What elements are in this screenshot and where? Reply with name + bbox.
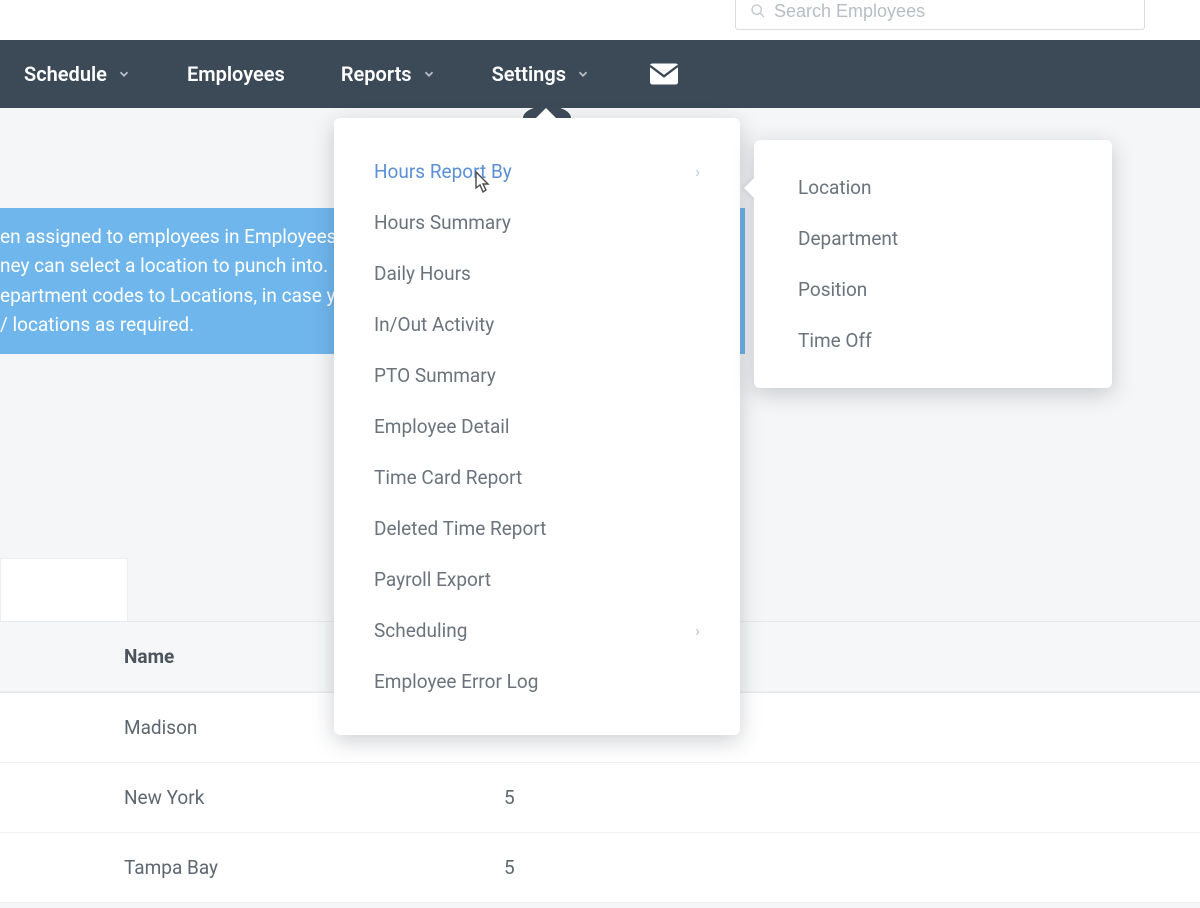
menu-label: Deleted Time Report xyxy=(374,517,546,540)
submenu-time-off[interactable]: Time Off xyxy=(754,315,1112,366)
menu-label: In/Out Activity xyxy=(374,313,494,336)
menu-employee-detail[interactable]: Employee Detail xyxy=(334,401,740,452)
menu-label: Hours Report By xyxy=(374,160,512,183)
search-input[interactable] xyxy=(774,1,1130,22)
chevron-right-icon: › xyxy=(695,162,700,181)
menu-deleted-time-report[interactable]: Deleted Time Report xyxy=(334,503,740,554)
menu-label: Payroll Export xyxy=(374,568,491,591)
table-row[interactable]: New York 5 xyxy=(0,763,1200,833)
menu-label: Time Card Report xyxy=(374,466,522,489)
submenu-department[interactable]: Department xyxy=(754,213,1112,264)
reports-dropdown: Hours Report By › Hours Summary Daily Ho… xyxy=(334,118,740,735)
menu-pto-summary[interactable]: PTO Summary xyxy=(334,350,740,401)
chevron-down-icon xyxy=(117,67,131,81)
submenu-position[interactable]: Position xyxy=(754,264,1112,315)
nav-reports-label: Reports xyxy=(341,62,412,86)
table-tab[interactable] xyxy=(0,558,128,621)
submenu-location[interactable]: Location xyxy=(754,162,1112,213)
menu-in-out-activity[interactable]: In/Out Activity xyxy=(334,299,740,350)
submenu-label: Time Off xyxy=(798,329,872,352)
submenu-label: Department xyxy=(798,227,898,250)
cell-count: 5 xyxy=(484,856,664,879)
hours-report-by-submenu: Location Department Position Time Off xyxy=(754,140,1112,388)
menu-label: Daily Hours xyxy=(374,262,471,285)
cell-name: Tampa Bay xyxy=(124,856,484,879)
search-box[interactable] xyxy=(735,0,1145,30)
menu-employee-error-log[interactable]: Employee Error Log xyxy=(334,656,740,707)
nav-employees[interactable]: Employees xyxy=(187,62,285,86)
chevron-down-icon xyxy=(422,67,436,81)
menu-label: Employee Error Log xyxy=(374,670,538,693)
nav-schedule[interactable]: Schedule xyxy=(24,62,131,86)
menu-hours-report-by[interactable]: Hours Report By › xyxy=(334,146,740,197)
menu-label: Hours Summary xyxy=(374,211,511,234)
nav-settings-label: Settings xyxy=(492,62,566,86)
cell-name: New York xyxy=(124,786,484,809)
menu-label: Employee Detail xyxy=(374,415,510,438)
menu-label: Scheduling xyxy=(374,619,467,642)
menu-label: PTO Summary xyxy=(374,364,496,387)
menu-time-card-report[interactable]: Time Card Report xyxy=(334,452,740,503)
cell-count: 5 xyxy=(484,786,664,809)
menu-scheduling[interactable]: Scheduling › xyxy=(334,605,740,656)
menu-hours-summary[interactable]: Hours Summary xyxy=(334,197,740,248)
nav-mail[interactable] xyxy=(650,63,678,85)
nav-employees-label: Employees xyxy=(187,62,285,86)
chevron-right-icon: › xyxy=(695,621,700,640)
submenu-label: Location xyxy=(798,176,872,199)
menu-daily-hours[interactable]: Daily Hours xyxy=(334,248,740,299)
nav-settings[interactable]: Settings xyxy=(492,62,590,86)
main-nav: Schedule Employees Reports Settings xyxy=(0,40,1200,108)
search-icon xyxy=(750,3,766,19)
submenu-label: Position xyxy=(798,278,867,301)
menu-payroll-export[interactable]: Payroll Export xyxy=(334,554,740,605)
top-bar xyxy=(0,0,1200,40)
chevron-down-icon xyxy=(576,67,590,81)
envelope-icon xyxy=(650,63,678,85)
nav-schedule-label: Schedule xyxy=(24,62,107,86)
table-row[interactable]: Tampa Bay 5 xyxy=(0,833,1200,903)
nav-reports[interactable]: Reports xyxy=(341,62,436,86)
